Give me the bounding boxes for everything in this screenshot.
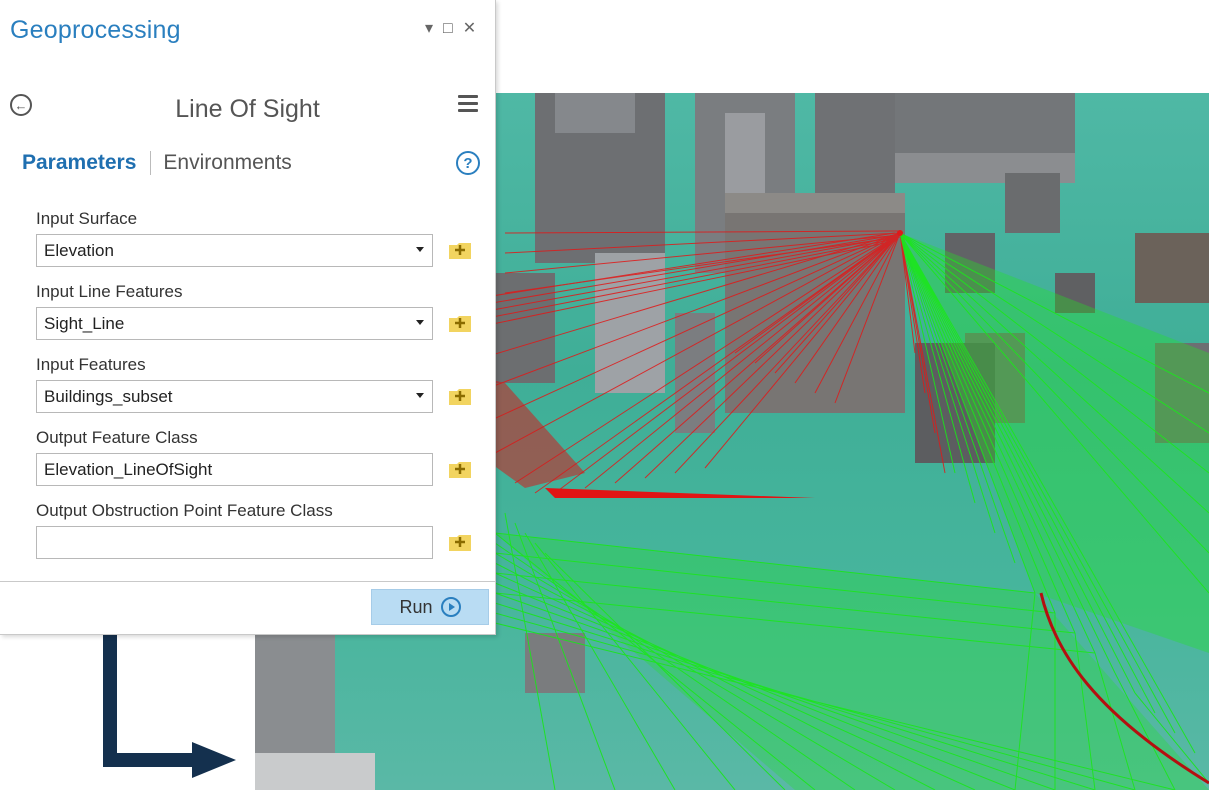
param-label-input-line-features: Input Line Features (36, 282, 183, 301)
browse-folder-icon[interactable] (448, 385, 472, 407)
output-obstruction-point-field[interactable] (36, 526, 433, 559)
param-label-output-obstruction-point: Output Obstruction Point Feature Class (36, 501, 333, 520)
browse-folder-icon[interactable] (448, 531, 472, 553)
geoprocessing-pane: Geoprocessing ▾ □ ✕ ← Line Of Sight Para… (0, 0, 496, 635)
pin-icon[interactable]: ▾ (425, 20, 433, 38)
dropdown-caret-icon (416, 320, 424, 325)
obstructed-band (545, 488, 815, 498)
dropdown-caret-icon (416, 247, 424, 252)
browse-folder-icon[interactable] (448, 312, 472, 334)
output-feature-class-value: Elevation_LineOfSight (44, 459, 213, 479)
pane-title: Geoprocessing (10, 16, 181, 44)
hamburger-menu-icon[interactable] (458, 95, 478, 116)
input-surface-value: Elevation (44, 240, 114, 260)
output-feature-class-field[interactable]: Elevation_LineOfSight (36, 453, 433, 486)
input-surface-dropdown[interactable] (410, 235, 432, 266)
footer-divider (0, 581, 495, 582)
tool-title: Line Of Sight (175, 95, 320, 123)
param-label-output-feature-class: Output Feature Class (36, 428, 198, 447)
run-play-icon (440, 597, 461, 617)
tab-bar: Parameters Environments (22, 151, 292, 175)
input-surface-select[interactable]: Elevation (36, 234, 433, 267)
dropdown-caret-icon (416, 393, 424, 398)
help-icon[interactable]: ? (456, 151, 480, 175)
tab-divider (150, 151, 152, 175)
input-line-features-select[interactable]: Sight_Line (36, 307, 433, 340)
run-button-label: Run (399, 596, 433, 617)
browse-folder-icon[interactable] (448, 458, 472, 480)
param-label-input-surface: Input Surface (36, 209, 138, 228)
input-features-dropdown[interactable] (410, 381, 432, 412)
window-controls: ▾ □ ✕ (425, 20, 476, 38)
input-line-features-value: Sight_Line (44, 313, 125, 333)
param-label-input-features: Input Features (36, 355, 146, 374)
callout-arrow (103, 628, 236, 778)
input-features-select[interactable]: Buildings_subset (36, 380, 433, 413)
tab-environments[interactable]: Environments (163, 151, 291, 175)
tab-parameters[interactable]: Parameters (22, 151, 136, 175)
browse-folder-icon[interactable] (448, 239, 472, 261)
observer-point (897, 230, 903, 236)
input-features-value: Buildings_subset (44, 386, 173, 406)
run-button[interactable]: Run (371, 589, 489, 625)
maximize-icon[interactable]: □ (443, 20, 453, 38)
input-line-features-dropdown[interactable] (410, 308, 432, 339)
close-icon[interactable]: ✕ (463, 20, 476, 38)
